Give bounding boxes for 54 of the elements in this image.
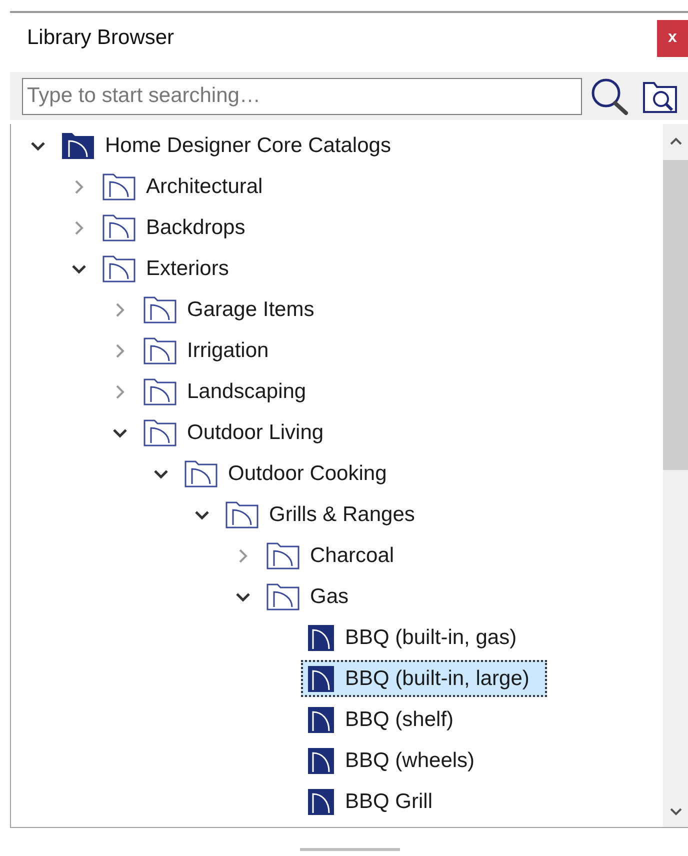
- catalog-item-icon: [307, 788, 335, 816]
- folder-icon: [102, 254, 136, 282]
- close-button[interactable]: x: [657, 20, 688, 56]
- tree-item[interactable]: Architectural: [96, 168, 281, 205]
- catalog-item-icon: [307, 706, 335, 734]
- chevron-down-icon[interactable]: [30, 140, 46, 150]
- tree-item[interactable]: Backdrops: [96, 209, 264, 246]
- tree-item[interactable]: Landscaping: [137, 373, 324, 410]
- chevron-down-icon[interactable]: [194, 510, 210, 520]
- tree-item[interactable]: BBQ (built-in, gas): [301, 619, 535, 656]
- folder-icon: [266, 582, 300, 610]
- chevron-right-icon[interactable]: [115, 342, 125, 358]
- chevron-down-icon[interactable]: [71, 264, 87, 274]
- folder-icon: [225, 500, 259, 528]
- folder-icon: [266, 542, 300, 570]
- resize-handle[interactable]: [300, 848, 400, 851]
- folder-icon: [102, 172, 136, 200]
- tree-item[interactable]: Grills & Ranges: [219, 496, 433, 533]
- catalog-item-icon: [307, 664, 335, 692]
- folder-icon: [184, 460, 218, 488]
- scrollbar[interactable]: [663, 124, 688, 827]
- chevron-right-icon[interactable]: [238, 548, 248, 564]
- scroll-thumb[interactable]: [663, 160, 688, 470]
- tree-item[interactable]: BBQ Grill: [301, 783, 451, 820]
- chevron-down-icon[interactable]: [112, 428, 128, 438]
- chevron-right-icon[interactable]: [74, 220, 84, 236]
- search-field[interactable]: Type to start searching…: [22, 78, 582, 114]
- chevron-down-icon[interactable]: [153, 468, 169, 478]
- tree-item[interactable]: Outdoor Cooking: [178, 455, 405, 492]
- tree-item[interactable]: Home Designer Core Catalogs: [55, 127, 409, 164]
- chevron-right-icon[interactable]: [115, 384, 125, 400]
- tree-item[interactable]: Irrigation: [137, 332, 287, 369]
- chevron-down-icon[interactable]: [235, 592, 251, 602]
- folder-icon: [143, 378, 177, 406]
- folder-icon: [143, 418, 177, 446]
- catalog-item-icon: [307, 624, 335, 652]
- scroll-up-icon[interactable]: [668, 136, 682, 146]
- tree-item[interactable]: Gas: [260, 578, 367, 615]
- folder-icon: [61, 132, 95, 160]
- tree-item[interactable]: Exteriors: [96, 250, 247, 287]
- tree-item[interactable]: BBQ (built-in, large): [301, 660, 548, 697]
- tree-item[interactable]: Garage Items: [137, 291, 332, 328]
- tree-item[interactable]: Charcoal: [260, 537, 412, 574]
- folder-icon: [102, 214, 136, 242]
- tree-item[interactable]: BBQ (wheels): [301, 742, 493, 779]
- catalog-item-icon: [307, 746, 335, 774]
- panel-title: Library Browser: [27, 25, 176, 52]
- folder-icon: [143, 296, 177, 324]
- chevron-right-icon[interactable]: [115, 302, 125, 318]
- tree-item[interactable]: Outdoor Living: [137, 414, 342, 451]
- tree-item[interactable]: BBQ (shelf): [301, 701, 472, 738]
- scroll-down-icon[interactable]: [668, 807, 682, 817]
- chevron-right-icon[interactable]: [74, 178, 84, 194]
- folder-icon: [143, 336, 177, 364]
